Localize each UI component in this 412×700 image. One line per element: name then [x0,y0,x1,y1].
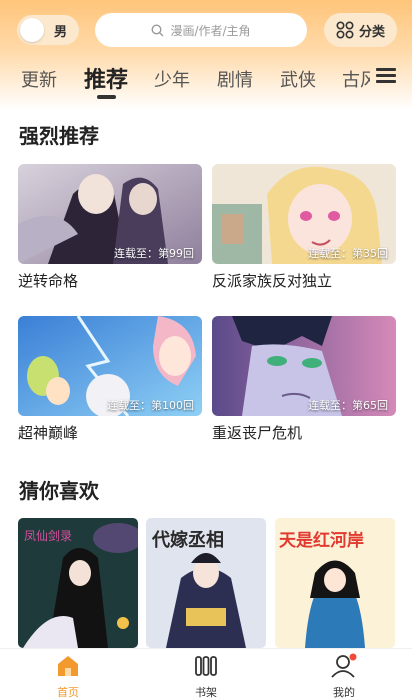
nav-label: 书架 [195,686,217,699]
profile-icon [331,653,357,678]
comic-cover: 连载至：第65回 [212,316,396,416]
comic-cover: 连载至：第99回 [18,164,202,264]
comic-title: 超神巅峰 [18,424,79,442]
comic-cover[interactable]: 代嫁丞相 [146,518,266,648]
comic-cover: 连载至：第100回 [18,316,202,416]
comic-card[interactable]: 连载至：第99回 逆转命格 [18,164,202,291]
chapter-badge: 连载至：第100回 [107,399,194,412]
tab-shaonian[interactable]: 少年 [154,66,190,92]
cover-lettering: 凤仙剑录 [24,528,72,543]
gender-toggle[interactable]: 男 [17,15,79,45]
active-tab-indicator [97,95,116,99]
nav-home[interactable]: 首页 [38,653,98,700]
comic-title: 反派家族反对独立 [212,272,333,290]
bookshelf-icon [195,656,217,676]
cover-lettering: 代嫁丞相 [151,529,224,551]
nav-bookshelf[interactable]: 书架 [176,653,236,700]
tab-drama[interactable]: 剧情 [217,66,253,92]
tab-ancient[interactable]: 古风 [342,66,370,92]
chapter-badge: 连载至：第99回 [114,247,194,260]
category-label: 分类 [358,24,385,40]
tab-wuxia[interactable]: 武侠 [280,66,316,92]
tab-update[interactable]: 更新 [21,66,57,92]
comic-card[interactable]: 连载至：第100回 超神巅峰 [18,316,202,443]
category-button[interactable]: 分类 [324,13,397,47]
tab-recommend[interactable]: 推荐 [84,62,128,94]
comic-cover[interactable]: 天是红河岸 [275,518,395,648]
nav-profile[interactable]: 我的 [314,653,374,700]
section-title-recommend: 强烈推荐 [19,124,99,148]
chapter-badge: 连载至：第35回 [308,247,388,260]
nav-label: 首页 [57,686,79,699]
search-icon [151,23,164,36]
grid-icon [336,21,354,39]
comic-title: 逆转命格 [18,272,79,290]
home-icon [58,656,78,676]
notification-dot [349,653,357,661]
cover-lettering: 天是红河岸 [279,530,364,551]
comic-cover: 连载至：第35回 [212,164,396,264]
category-tabs: 更新 推荐 少年 剧情 武侠 古风 [0,60,370,100]
section-title-guess: 猜你喜欢 [19,479,99,503]
search-bar[interactable]: 漫画/作者/主角 [95,13,307,47]
menu-icon[interactable] [376,66,398,84]
comic-title: 重返丧尸危机 [212,424,303,442]
toggle-knob [20,18,44,42]
comic-card[interactable]: 连载至：第35回 反派家族反对独立 [212,164,396,291]
gender-label: 男 [54,25,68,40]
bottom-nav: 首页 书架 我的 [0,648,412,700]
comic-card[interactable]: 连载至：第65回 重返丧尸危机 [212,316,396,443]
search-placeholder: 漫画/作者/主角 [170,23,251,38]
chapter-badge: 连载至：第65回 [308,399,388,412]
nav-label: 我的 [333,686,355,699]
comic-cover[interactable]: 凤仙剑录 [18,518,138,648]
